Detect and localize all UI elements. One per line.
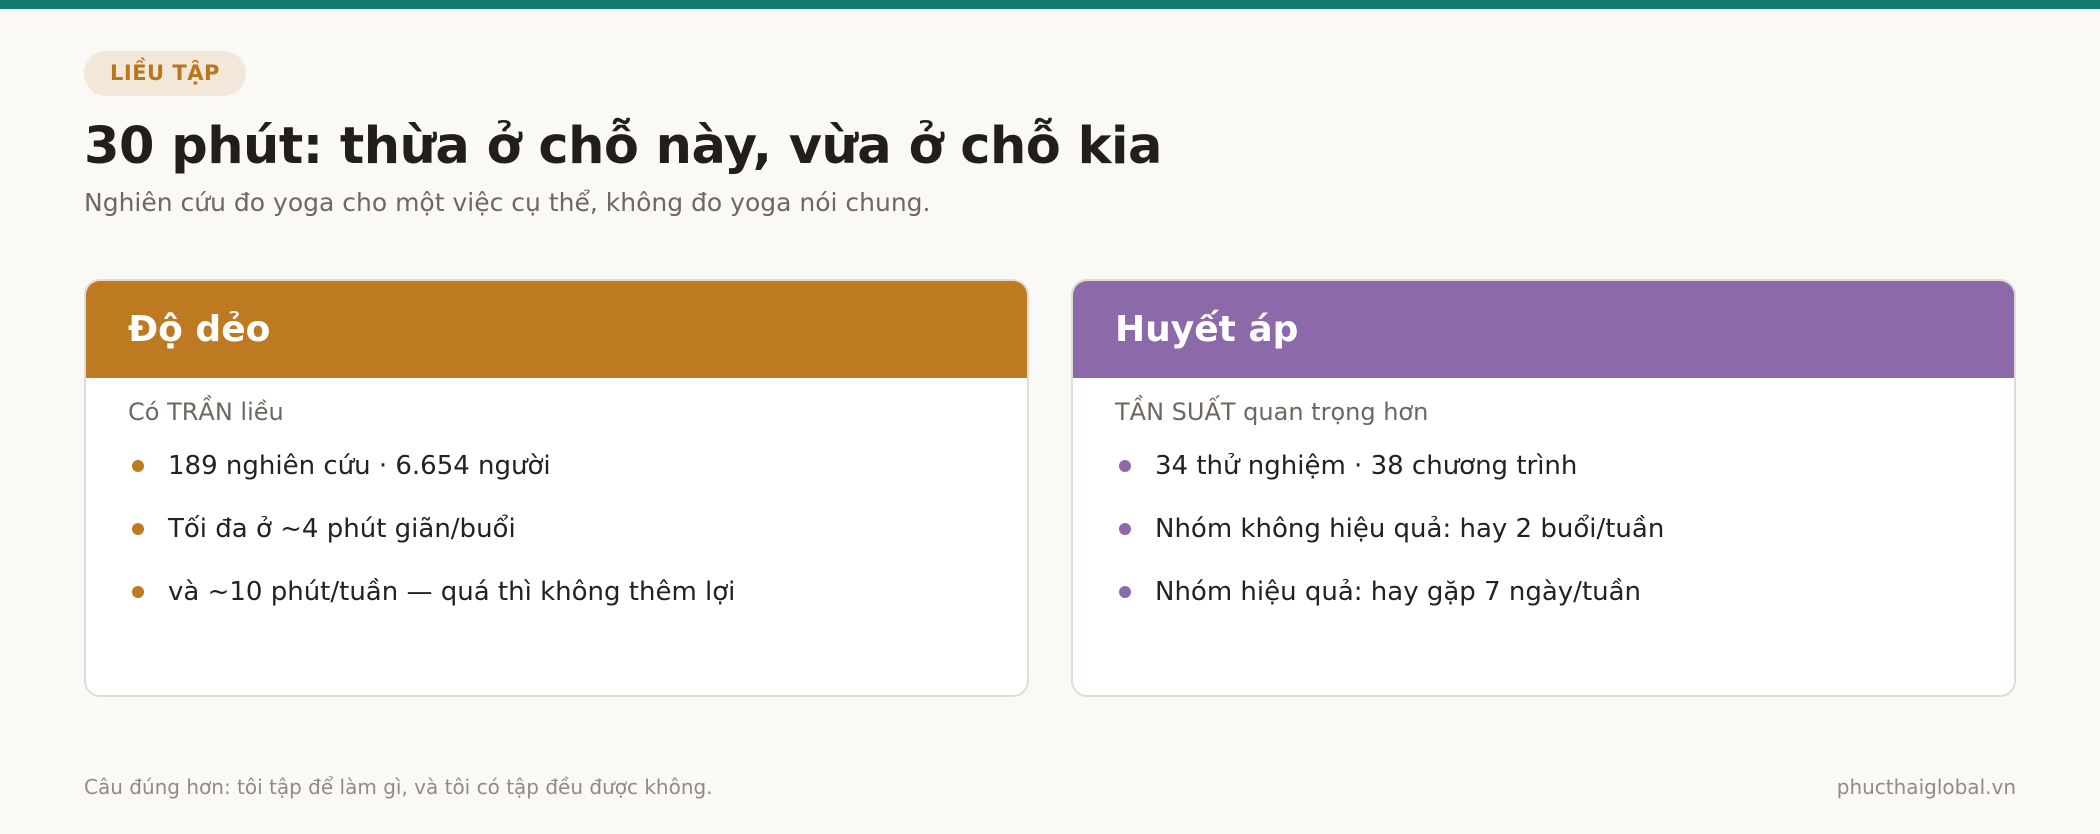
card-subtitle: TẦN SUẤT quan trọng hơn: [1115, 398, 1429, 426]
cards-row: Độ dẻo Có TRẦN liều 189 nghiên cứu · 6.6…: [84, 279, 2016, 697]
card-header: Huyết áp: [1073, 281, 2014, 378]
top-accent-bar: [0, 0, 2100, 9]
main-content: LIỀU TẬP 30 phút: thừa ở chỗ này, vừa ở …: [84, 51, 2016, 697]
page-subtitle: Nghiên cứu đo yoga cho một việc cụ thể, …: [84, 188, 931, 218]
bullet-dot-icon: [1119, 460, 1131, 473]
card-flexibility: Độ dẻo Có TRẦN liều 189 nghiên cứu · 6.6…: [84, 279, 1029, 697]
section-tag: LIỀU TẬP: [84, 51, 246, 96]
list-item: Nhóm không hiệu quả: hay 2 buổi/tuần: [1115, 513, 1972, 546]
list-item-text: Nhóm không hiệu quả: hay 2 buổi/tuần: [1155, 514, 1665, 545]
list-item: và ~10 phút/tuần — quá thì không thêm lợ…: [128, 576, 985, 609]
card-body: Có TRẦN liều 189 nghiên cứu · 6.654 ngườ…: [86, 378, 1027, 609]
list-item: 189 nghiên cứu · 6.654 người: [128, 450, 985, 483]
list-item-text: Tối đa ở ~4 phút giãn/buổi: [168, 514, 516, 545]
bullet-dot-icon: [132, 523, 144, 536]
page-title: 30 phút: thừa ở chỗ này, vừa ở chỗ kia: [84, 117, 1162, 176]
bullet-dot-icon: [132, 460, 144, 473]
card-subtitle: Có TRẦN liều: [128, 398, 284, 426]
list-item: Nhóm hiệu quả: hay gặp 7 ngày/tuần: [1115, 576, 1972, 609]
card-list: 189 nghiên cứu · 6.654 người Tối đa ở ~4…: [128, 450, 985, 609]
list-item-text: 34 thử nghiệm · 38 chương trình: [1155, 451, 1578, 482]
card-body: TẦN SUẤT quan trọng hơn 34 thử nghiệm · …: [1073, 378, 2014, 609]
footer-site: phucthaiglobal.vn: [1836, 775, 2016, 799]
card-list: 34 thử nghiệm · 38 chương trình Nhóm khô…: [1115, 450, 1972, 609]
bullet-dot-icon: [132, 586, 144, 599]
bullet-dot-icon: [1119, 586, 1131, 599]
bullet-dot-icon: [1119, 523, 1131, 536]
list-item: Tối đa ở ~4 phút giãn/buổi: [128, 513, 985, 546]
card-blood-pressure: Huyết áp TẦN SUẤT quan trọng hơn 34 thử …: [1071, 279, 2016, 697]
list-item-text: và ~10 phút/tuần — quá thì không thêm lợ…: [168, 577, 736, 608]
list-item-text: Nhóm hiệu quả: hay gặp 7 ngày/tuần: [1155, 577, 1642, 608]
list-item: 34 thử nghiệm · 38 chương trình: [1115, 450, 1972, 483]
footer-note: Câu đúng hơn: tôi tập để làm gì, và tôi …: [84, 775, 713, 799]
card-header: Độ dẻo: [86, 281, 1027, 378]
list-item-text: 189 nghiên cứu · 6.654 người: [168, 451, 551, 482]
